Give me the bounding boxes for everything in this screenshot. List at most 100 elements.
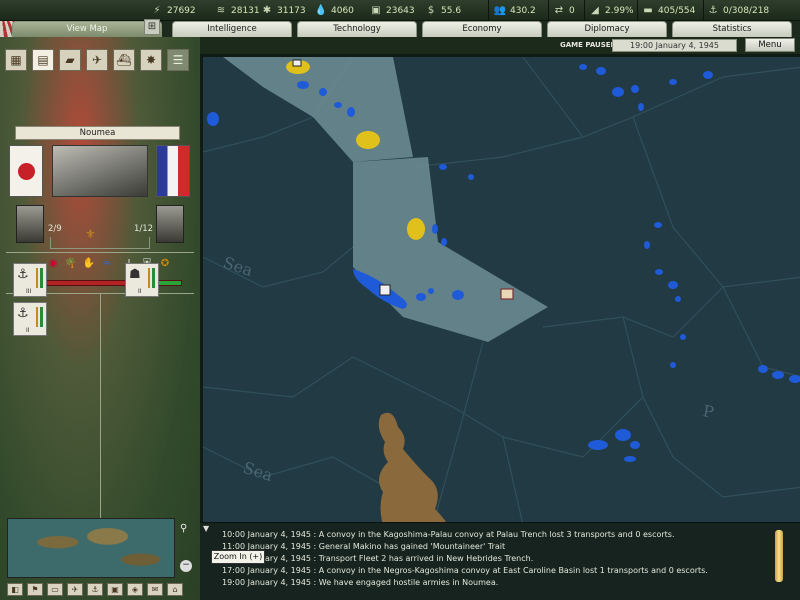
marines-icon: ⚓ (17, 267, 29, 282)
log-message[interactable]: 19:00 January 4, 1945 : We have engaged … (222, 578, 498, 587)
plane-icon: ✈ (91, 53, 103, 67)
log-message[interactable]: 11:00 January 4, 1945 : Transport Fleet … (222, 554, 533, 563)
unit-rank: II (138, 288, 142, 295)
map-mode-combat-button[interactable]: ✸ (140, 49, 162, 71)
convoy-icon: ▬ (643, 4, 653, 16)
defender-strength: 1/12 (134, 224, 154, 234)
supplies-resource[interactable]: ▣ 23643 (369, 3, 414, 18)
map-mode-land-button[interactable]: ▰ (59, 49, 81, 71)
terrain-jungle-icon: 🌴 (64, 258, 78, 269)
map-filter-button[interactable]: ⌂ (167, 583, 183, 596)
log-expand-icon[interactable]: ▼ (203, 524, 209, 533)
divider-vertical (100, 294, 101, 544)
explosion-icon: ✸ (145, 53, 157, 67)
oil-resource[interactable]: 💧 4060 (314, 3, 354, 18)
game-paused-label: GAME PAUSED (560, 41, 617, 49)
log-message[interactable]: 17:00 January 4, 1945 : A convoy in the … (222, 566, 708, 575)
zoom-out-icon[interactable]: − (180, 560, 192, 572)
bar-separator (548, 0, 549, 21)
marines-icon: ⚓ (17, 306, 29, 321)
medal-icon: ✪ (160, 258, 170, 269)
map-filter-button[interactable]: ⚑ (27, 583, 43, 596)
map-mode-options-button[interactable]: ☰ (167, 49, 189, 71)
money-resource[interactable]: $55.6 (424, 3, 461, 18)
province-name: Noumea (15, 126, 180, 140)
transports-icon: ⇄ (554, 4, 564, 16)
map-mode-air-button[interactable]: ✈ (86, 49, 108, 71)
unit-strength-bars (148, 268, 155, 288)
map-filter-button[interactable]: ⚓ (87, 583, 103, 596)
map-filter-button[interactable]: ◈ (127, 583, 143, 596)
unit-strength-bars (36, 268, 43, 288)
metal-icon: ≋ (216, 4, 226, 16)
list-icon: ☰ (172, 53, 184, 67)
map-filter-button[interactable]: ✈ (67, 583, 83, 596)
message-log[interactable]: 10:00 January 4, 1945 : A convoy in the … (200, 522, 800, 600)
province-info-panel: ▦ ▤ ▰ ✈ ⛴ ✸ ☰ ⯆ Noumea 2/9 ⚜ 1/12 ◉ 🌴 ✋ … (0, 37, 200, 600)
escorts-icon: ⚓ (708, 4, 718, 16)
defender-general-portrait[interactable] (156, 205, 184, 243)
map-mode-terrain-button[interactable]: ▦ (5, 49, 27, 71)
france-flag[interactable] (156, 145, 190, 197)
minimap[interactable] (7, 518, 175, 578)
metal-resource[interactable]: ≋ 28131 (214, 3, 260, 18)
energy-resource[interactable]: ⚡ 27692 (150, 3, 195, 18)
map-filter-button[interactable]: ▣ (107, 583, 123, 596)
river-crossing-icon: ≈ (102, 258, 112, 269)
attacker-strength: 2/9 (48, 224, 62, 234)
ship-icon: ⛴ (116, 53, 132, 67)
unit-strength-bars (36, 307, 43, 327)
map-filter-button[interactable]: ▭ (47, 583, 63, 596)
manpower-icon: 👥 (493, 4, 507, 16)
tab-intelligence[interactable]: Intelligence (172, 21, 292, 37)
battle-photo (52, 145, 148, 197)
divider (6, 252, 194, 253)
tab-technology[interactable]: Technology (297, 21, 417, 37)
attacker-unit-card[interactable]: ⚓ III (13, 263, 47, 297)
main-tabs: View Map Intelligence Technology Economy… (0, 21, 800, 37)
unit-rank: II (26, 327, 30, 334)
tab-view-map[interactable]: View Map (12, 21, 162, 37)
game-date[interactable]: 19:00 January 4, 1945 (612, 39, 737, 52)
convoy-resource[interactable]: ▬ 405/554 (641, 3, 695, 18)
map-filter-button[interactable]: ✉ (147, 583, 163, 596)
tab-diplomacy[interactable]: Diplomacy (547, 21, 667, 37)
map-filter-button[interactable]: ◧ (7, 583, 23, 596)
map-mode-naval-button[interactable]: ⛴ (113, 49, 135, 71)
world-map[interactable]: Sea Sea P (200, 54, 800, 522)
port-marker[interactable] (379, 284, 391, 296)
dissent-icon: ◢ (591, 4, 599, 16)
resource-bar: ⚡ 27692 ≋ 28131 ✱ 31173 💧 4060 ▣ 23643 $55.6 … (0, 0, 800, 21)
attacker-unit-card[interactable]: ⚓ II (13, 302, 47, 336)
tab-statistics[interactable]: Statistics (672, 21, 792, 37)
zoom-in-icon[interactable]: ⚲ (180, 523, 192, 535)
port-marker[interactable] (292, 59, 302, 67)
escorts-resource[interactable]: ⚓ 0/308/218 (706, 3, 770, 18)
manpower-resource[interactable]: 👥 430.2 (493, 3, 536, 18)
map-canvas[interactable] (203, 57, 800, 522)
tank-icon: ▰ (65, 53, 75, 67)
map-mode-political-button[interactable]: ▤ (32, 49, 54, 71)
attacker-general-portrait[interactable] (16, 205, 44, 243)
energy-icon: ⚡ (153, 4, 161, 16)
quick-menu-button[interactable]: ⊞ (144, 19, 160, 35)
oil-icon: 💧 (314, 4, 328, 16)
document-icon: ▤ (37, 53, 49, 67)
bar-separator (703, 0, 704, 21)
menu-button[interactable]: Menu (745, 38, 795, 52)
infantry-icon: ☗ (129, 267, 141, 282)
transports-resource[interactable]: ⇄ 0 (552, 3, 575, 18)
terrain-icon: ▦ (10, 53, 22, 67)
unit-rank: III (26, 288, 32, 295)
battle-marker[interactable] (500, 288, 514, 300)
attack-modifier-icon: ✋ (82, 258, 96, 269)
money-icon: $ (427, 4, 435, 16)
defender-unit-card[interactable]: ☗ II (125, 263, 159, 297)
rare-materials-icon: ✱ (262, 4, 272, 16)
japan-flag[interactable] (9, 145, 43, 197)
dissent-resource[interactable]: ◢ 2.99% (588, 3, 633, 18)
log-message[interactable]: 10:00 January 4, 1945 : A convoy in the … (222, 530, 675, 539)
log-scrollbar[interactable] (775, 530, 783, 582)
tab-economy[interactable]: Economy (422, 21, 542, 37)
rare-materials-resource[interactable]: ✱ 31173 (260, 3, 306, 18)
